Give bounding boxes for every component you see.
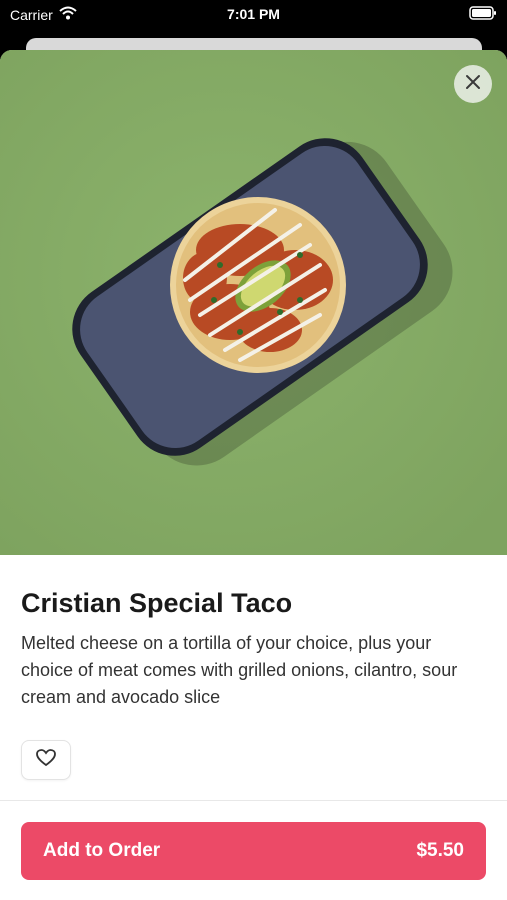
- product-sheet: Cristian Special Taco Melted cheese on a…: [0, 50, 507, 900]
- price-label: $5.50: [416, 840, 464, 861]
- heart-icon: [36, 748, 56, 772]
- battery-icon: [469, 6, 497, 23]
- divider: [0, 800, 507, 801]
- status-bar: Carrier 7:01 PM: [0, 0, 507, 30]
- status-time: 7:01 PM: [227, 6, 280, 22]
- add-to-order-label: Add to Order: [43, 840, 161, 861]
- close-button[interactable]: [454, 65, 492, 103]
- close-icon: [465, 74, 481, 95]
- favorite-button[interactable]: [21, 740, 71, 780]
- add-to-order-button[interactable]: Add to Order $5.50: [21, 822, 486, 880]
- product-description: Melted cheese on a tortilla of your choi…: [21, 633, 458, 707]
- product-image: [0, 50, 507, 555]
- product-title: Cristian Special Taco: [21, 588, 293, 618]
